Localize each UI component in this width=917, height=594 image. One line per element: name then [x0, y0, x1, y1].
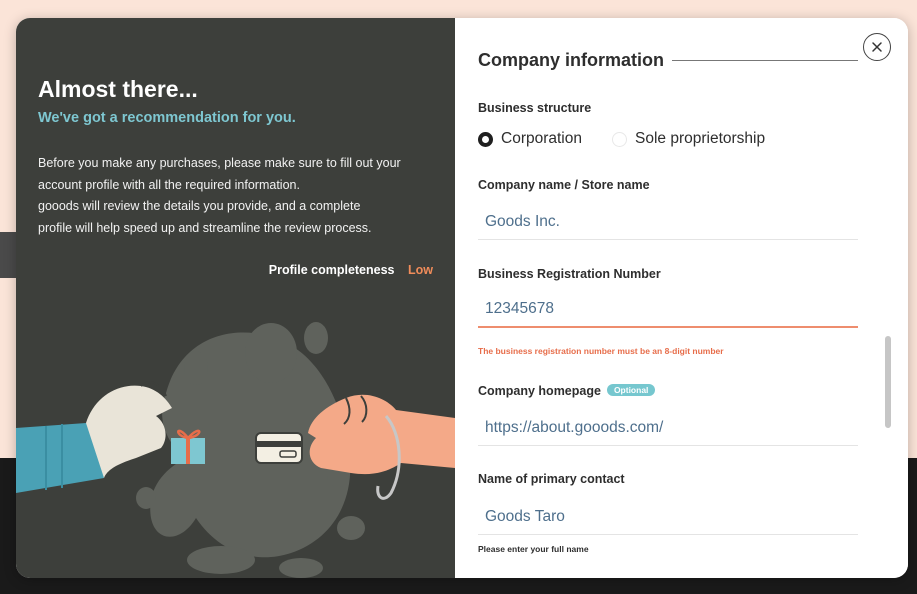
- panel-description: Before you make any purchases, please ma…: [38, 153, 438, 239]
- radio-label: Sole proprietorship: [635, 130, 766, 147]
- section-title: Company information: [478, 50, 665, 70]
- profile-completeness: Profile completeness Low: [269, 263, 433, 277]
- description-line: gooods will review the details you provi…: [38, 199, 361, 213]
- background-strip: [0, 232, 16, 278]
- radio-unselected-indicator: [612, 131, 627, 147]
- primary-contact-input[interactable]: Goods Taro: [478, 499, 858, 535]
- profile-modal: Almost there... We've got a recommendati…: [16, 18, 908, 578]
- business-structure-options: Corporation Sole proprietorship: [478, 130, 795, 148]
- radio-label: Corporation: [501, 130, 582, 147]
- close-button[interactable]: [863, 33, 891, 61]
- homepage-input[interactable]: https://about.gooods.com/: [478, 410, 858, 446]
- radio-selected-indicator: [478, 131, 493, 147]
- primary-contact-label: Name of primary contact: [478, 472, 625, 486]
- description-line: profile will help speed up and streamlin…: [38, 220, 372, 235]
- close-icon: [872, 42, 882, 52]
- business-structure-label: Business structure: [478, 101, 592, 115]
- description-line: account profile with all the required in…: [38, 177, 300, 192]
- optional-badge: Optional: [606, 384, 656, 396]
- radio-sole-proprietorship[interactable]: Sole proprietorship: [612, 130, 765, 148]
- completeness-label: Profile completeness: [268, 263, 395, 277]
- payment-illustration: [16, 322, 455, 578]
- section-header: Company information: [478, 50, 858, 71]
- registration-number-error: The business registration number must be…: [478, 346, 724, 356]
- panel-subtitle: We've got a recommendation for you.: [38, 110, 296, 126]
- scrollbar-thumb[interactable]: [885, 336, 891, 428]
- homepage-label: Company homepage Optional: [478, 384, 656, 398]
- homepage-label-text: Company homepage: [478, 384, 601, 398]
- company-information-form: Company information Business structure C…: [455, 18, 908, 578]
- section-divider: [672, 60, 858, 61]
- company-name-input[interactable]: Goods Inc.: [478, 204, 858, 240]
- description-line: Before you make any purchases, please ma…: [38, 156, 401, 170]
- recommendation-panel: Almost there... We've got a recommendati…: [16, 18, 455, 578]
- completeness-value: Low: [408, 263, 433, 277]
- radio-corporation[interactable]: Corporation: [478, 130, 582, 148]
- primary-contact-hint: Please enter your full name: [478, 544, 589, 554]
- company-name-label: Company name / Store name: [478, 178, 650, 192]
- panel-title: Almost there...: [38, 76, 198, 102]
- registration-number-input[interactable]: 12345678: [478, 292, 858, 328]
- registration-number-label: Business Registration Number: [478, 267, 661, 281]
- credit-card-icon: [255, 432, 303, 464]
